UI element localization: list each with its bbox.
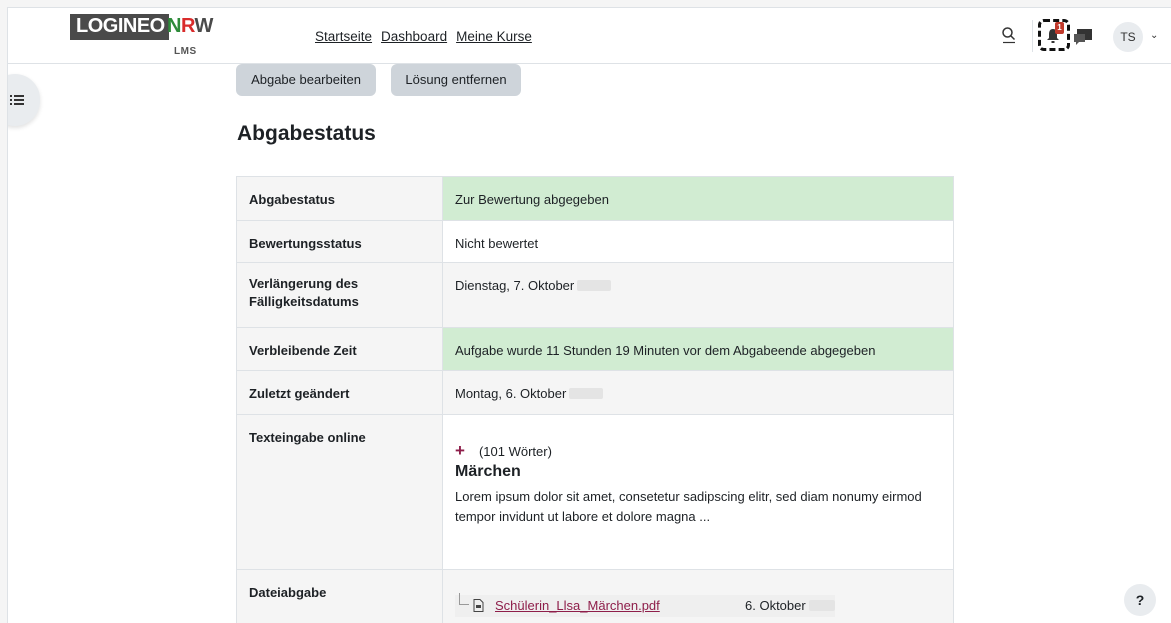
page-frame: LOGINEO NRW LMS Startseite Dashboard Mei… xyxy=(7,7,1171,623)
logo-text: LOGINEO xyxy=(70,14,169,40)
time-remaining-value: Aufgabe wurde 11 Stunden 19 Minuten vor … xyxy=(442,327,954,371)
row-label: Zuletzt geändert xyxy=(236,370,443,415)
logo-subtitle: LMS xyxy=(174,46,197,57)
submission-status-table: Abgabestatus Zur Bewertung abgegeben Bew… xyxy=(236,176,954,623)
primary-nav: Startseite Dashboard Meine Kurse xyxy=(315,29,532,44)
expand-plus-icon[interactable]: + xyxy=(455,441,465,460)
online-text-summary: + (101 Wörter) xyxy=(455,441,941,461)
top-navbar: LOGINEO NRW LMS Startseite Dashboard Mei… xyxy=(8,8,1171,64)
course-index-toggle[interactable] xyxy=(8,74,40,126)
edit-submission-button[interactable]: Abgabe bearbeiten xyxy=(236,64,376,96)
remove-submission-button[interactable]: Lösung entfernen xyxy=(391,64,521,96)
table-row: Verlängerung des Fälligkeitsdatums Diens… xyxy=(236,262,954,328)
file-icon xyxy=(473,599,484,612)
table-row: Zuletzt geändert Montag, 6. Oktober xyxy=(236,370,954,415)
logo-nrw-n: N xyxy=(167,15,181,37)
table-row: Abgabestatus Zur Bewertung abgegeben xyxy=(236,176,954,221)
logo-nrw-w: W xyxy=(194,15,214,37)
help-button[interactable]: ? xyxy=(1124,584,1156,616)
row-label: Verlängerung des Fälligkeitsdatums xyxy=(236,262,443,328)
essay-title: Märchen xyxy=(455,463,521,480)
user-avatar[interactable]: TS xyxy=(1113,22,1143,52)
submitted-file-link[interactable]: Schülerin_Llsa_Märchen.pdf xyxy=(495,598,660,613)
logo-nrw: NRW xyxy=(167,14,213,40)
tree-connector xyxy=(459,593,469,605)
last-modified-value: Montag, 6. Oktober xyxy=(442,370,954,415)
table-row: Texteingabe online + (101 Wörter) Märchen… xyxy=(236,414,954,570)
file-date: 6. Oktober xyxy=(745,598,835,613)
list-icon xyxy=(10,95,24,105)
row-label: Texteingabe online xyxy=(236,414,443,570)
logo-nrw-r: R xyxy=(180,15,195,37)
nav-meine-kurse[interactable]: Meine Kurse xyxy=(456,29,532,44)
message-icon[interactable] xyxy=(1073,28,1093,46)
last-modified-text: Montag, 6. Oktober xyxy=(455,386,567,401)
row-label: Abgabestatus xyxy=(236,176,443,221)
online-text-value: + (101 Wörter) Märchen Lorem ipsum dolor … xyxy=(442,414,954,570)
row-label: Bewertungsstatus xyxy=(236,220,443,263)
extension-date-text: Dienstag, 7. Oktober xyxy=(455,278,575,293)
notification-count-badge: 1 xyxy=(1055,22,1064,34)
row-label: Dateiabgabe xyxy=(236,569,443,623)
logineo-logo[interactable]: LOGINEO NRW LMS xyxy=(70,12,222,58)
search-icon[interactable] xyxy=(1001,26,1017,44)
row-label: Verbleibende Zeit xyxy=(236,327,443,371)
file-date-text: 6. Oktober xyxy=(745,598,806,613)
redacted-year xyxy=(808,600,835,611)
page-title: Abgabestatus xyxy=(237,122,376,145)
submission-status-value: Zur Bewertung abgegeben xyxy=(442,176,954,221)
grading-status-value: Nicht bewertet xyxy=(442,220,954,263)
word-count: (101 Wörter) xyxy=(478,444,552,459)
nav-dashboard[interactable]: Dashboard xyxy=(381,29,447,44)
essay-excerpt: Lorem ipsum dolor sit amet, consetetur s… xyxy=(455,489,922,524)
file-entry: Schülerin_Llsa_Märchen.pdf 6. Oktober xyxy=(455,593,835,617)
extension-date-value: Dienstag, 7. Oktober xyxy=(442,262,954,328)
file-submission-value: Schülerin_Llsa_Märchen.pdf 6. Oktober xyxy=(442,569,954,623)
table-row: Dateiabgabe Schülerin_Llsa_Märchen.pdf 6… xyxy=(236,569,954,623)
redacted-year xyxy=(577,280,612,291)
navbar-divider xyxy=(1032,20,1033,52)
table-row: Verbleibende Zeit Aufgabe wurde 11 Stund… xyxy=(236,327,954,371)
redacted-year xyxy=(569,388,604,399)
table-row: Bewertungsstatus Nicht bewertet xyxy=(236,220,954,263)
chevron-down-icon[interactable]: ⌄ xyxy=(1150,30,1158,41)
nav-startseite[interactable]: Startseite xyxy=(315,29,372,44)
